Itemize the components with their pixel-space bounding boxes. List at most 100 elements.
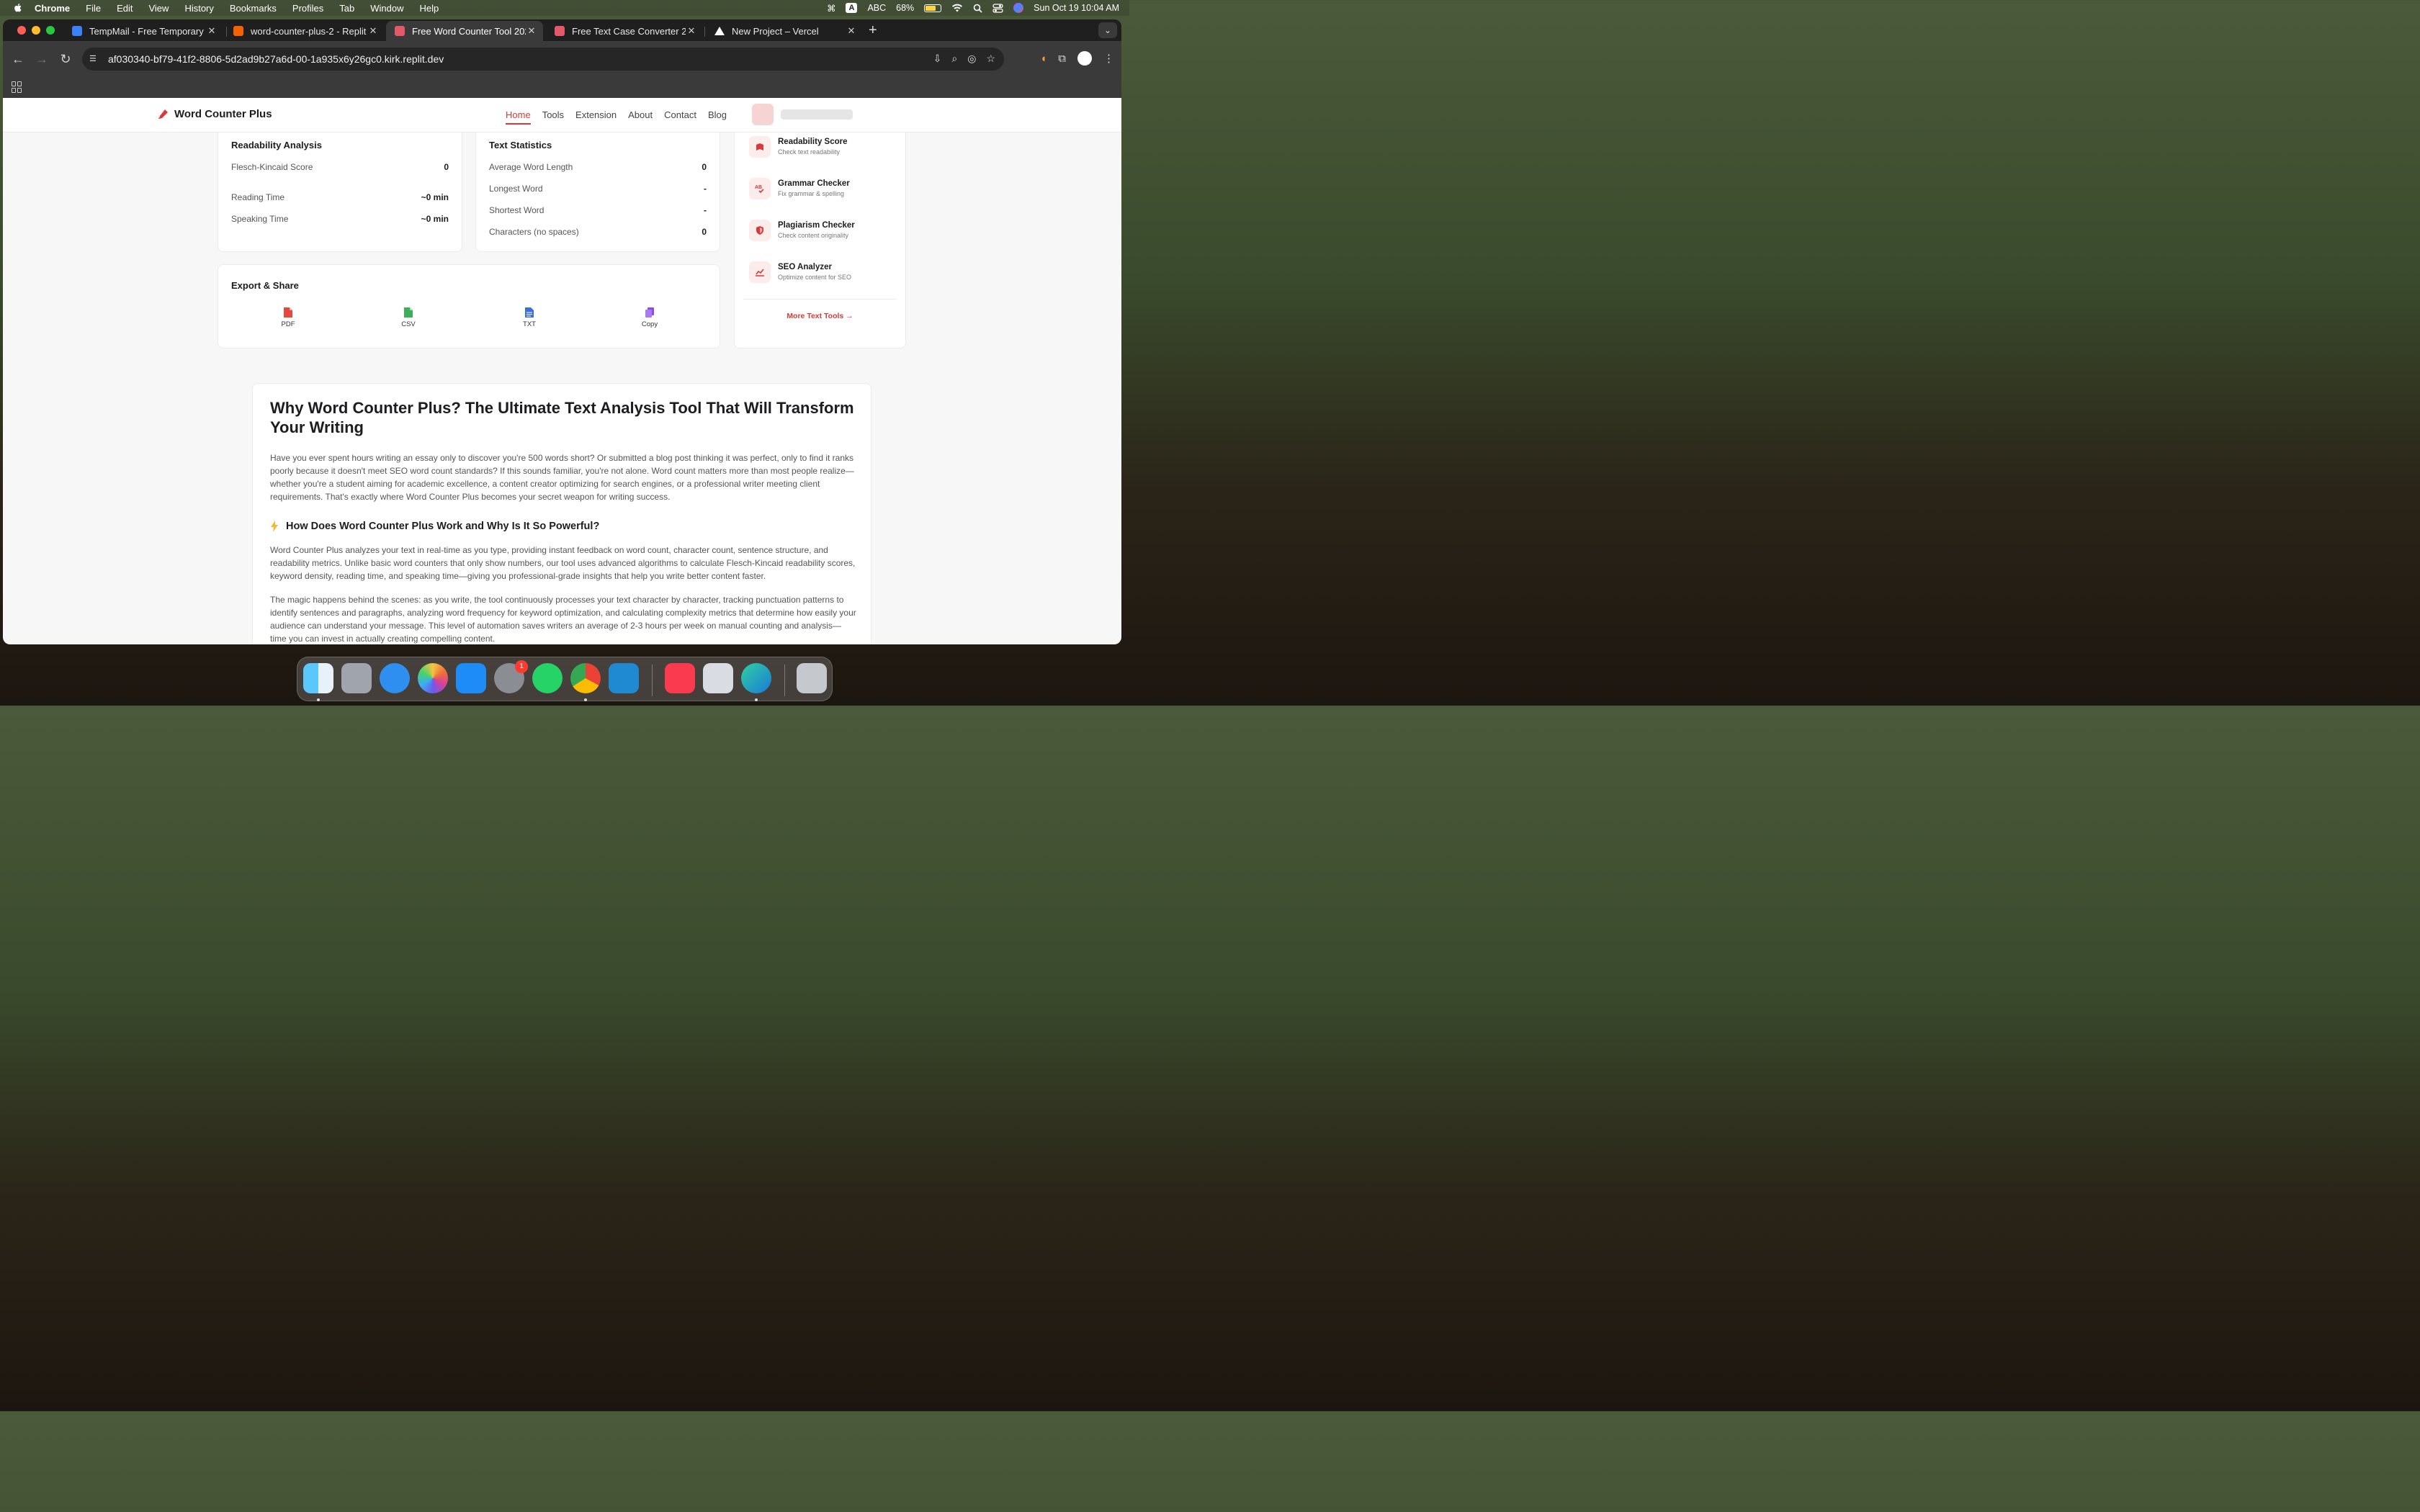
- stat-value: ~0 min: [421, 214, 449, 224]
- export-txt-button[interactable]: TXT: [508, 307, 551, 328]
- whatsapp-icon[interactable]: [532, 663, 563, 693]
- menu-bookmarks[interactable]: Bookmarks: [230, 3, 277, 14]
- tracking-protection-icon[interactable]: ◎: [967, 53, 976, 65]
- export-label: Copy: [641, 320, 658, 328]
- zoom-window-button[interactable]: [46, 26, 55, 35]
- nav-contact[interactable]: Contact: [664, 109, 696, 125]
- zoom-icon[interactable]: ⌕: [951, 53, 957, 65]
- menu-file[interactable]: File: [86, 3, 101, 14]
- launchpad-icon[interactable]: [341, 663, 372, 693]
- nav-home[interactable]: Home: [506, 109, 531, 125]
- wifi-icon[interactable]: [951, 4, 963, 12]
- export-csv-button[interactable]: CSV: [387, 307, 430, 328]
- nav-extension[interactable]: Extension: [575, 109, 617, 125]
- kebab-menu-icon[interactable]: ⋮: [1103, 52, 1114, 65]
- siri-icon[interactable]: [1013, 3, 1024, 13]
- search-icon[interactable]: [973, 4, 982, 13]
- menu-clock[interactable]: Sun Oct 19 10:04 AM: [1034, 3, 1119, 13]
- preview-icon[interactable]: [703, 663, 733, 693]
- tool-grammar-checker[interactable]: AB Grammar Checker Fix grammar & spelling: [749, 178, 850, 202]
- stat-row: Flesch-Kincaid Score 0: [231, 162, 449, 172]
- forward-button[interactable]: →: [34, 51, 50, 67]
- new-tab-button[interactable]: +: [869, 22, 877, 39]
- tool-plagiarism-checker[interactable]: Plagiarism Checker Check content original…: [749, 220, 855, 244]
- input-source-label[interactable]: ABC: [867, 3, 886, 13]
- nav-blog[interactable]: Blog: [708, 109, 727, 125]
- reload-button[interactable]: ↻: [58, 51, 73, 67]
- article-paragraph: Word Counter Plus analyzes your text in …: [270, 545, 856, 581]
- stat-row: Longest Word -: [489, 184, 707, 194]
- tool-name: Readability Score: [778, 138, 848, 146]
- tab-tempmail[interactable]: TempMail - Free Temporary E ✕: [63, 21, 223, 41]
- stat-row: Reading Time ~0 min: [231, 192, 449, 202]
- tab-search-button[interactable]: ⌄: [1098, 22, 1117, 38]
- battery-icon[interactable]: [924, 4, 942, 12]
- input-source-badge[interactable]: A: [846, 3, 858, 13]
- bookmarks-bar: [3, 77, 1121, 98]
- stat-value: -: [704, 205, 707, 215]
- app-store-icon[interactable]: [456, 663, 486, 693]
- url-text[interactable]: af030340-bf79-41f2-8806-5d2ad9b27a6d-00-…: [108, 53, 444, 65]
- export-label: PDF: [281, 320, 295, 328]
- file-pdf-icon: [284, 307, 292, 318]
- tool-seo-analyzer[interactable]: SEO Analyzer Optimize content for SEO: [749, 261, 851, 286]
- tab-replit[interactable]: word-counter-plus-2 - Replit ✕: [225, 21, 385, 41]
- site-logo[interactable]: Word Counter Plus: [157, 108, 272, 120]
- close-window-button[interactable]: [17, 26, 26, 35]
- back-button[interactable]: ←: [10, 51, 26, 67]
- tool-readability-score[interactable]: Readability Score Check text readability: [749, 136, 848, 161]
- stat-row: Shortest Word -: [489, 205, 707, 215]
- profile-avatar[interactable]: [1077, 51, 1092, 66]
- tab-vercel[interactable]: New Project – Vercel ✕: [706, 21, 863, 41]
- vercel-icon: [714, 27, 725, 35]
- apps-grid-icon[interactable]: [12, 81, 23, 93]
- export-pdf-button[interactable]: PDF: [266, 307, 310, 328]
- running-indicator: [755, 698, 758, 701]
- apple-icon[interactable]: [13, 3, 23, 13]
- close-icon[interactable]: ✕: [206, 25, 218, 37]
- copy-button[interactable]: Copy: [628, 307, 671, 328]
- close-icon[interactable]: ✕: [526, 25, 537, 37]
- menu-window[interactable]: Window: [370, 3, 403, 14]
- menu-profiles[interactable]: Profiles: [292, 3, 323, 14]
- menu-app-name[interactable]: Chrome: [35, 3, 70, 14]
- tab-word-counter[interactable]: Free Word Counter Tool 2025 ✕: [386, 21, 543, 41]
- dock-separator: [784, 665, 785, 696]
- finder-icon[interactable]: [303, 663, 333, 693]
- extension-icon[interactable]: ◖: [1040, 53, 1047, 65]
- nav-about[interactable]: About: [628, 109, 653, 125]
- close-icon[interactable]: ✕: [686, 25, 697, 37]
- nav-tools[interactable]: Tools: [542, 109, 564, 125]
- control-center-icon[interactable]: [992, 3, 1003, 13]
- menu-help[interactable]: Help: [420, 3, 439, 14]
- menu-tab[interactable]: Tab: [339, 3, 354, 14]
- menu-history[interactable]: History: [184, 3, 213, 14]
- menu-view[interactable]: View: [148, 3, 169, 14]
- site-header: Word Counter Plus Home Tools Extension A…: [3, 98, 1121, 132]
- minimize-window-button[interactable]: [32, 26, 40, 35]
- chrome-icon[interactable]: [570, 663, 601, 693]
- close-icon[interactable]: ✕: [367, 25, 379, 37]
- article-subheading: How Does Word Counter Plus Work and Why …: [270, 521, 599, 532]
- pen-icon: [555, 26, 565, 36]
- music-icon[interactable]: [665, 663, 695, 693]
- tab-case-converter[interactable]: Free Text Case Converter 202 ✕: [546, 21, 703, 41]
- bookmark-star-icon[interactable]: ☆: [986, 53, 995, 65]
- photos-icon[interactable]: [418, 663, 448, 693]
- vscode-icon[interactable]: [609, 663, 639, 693]
- stat-label: Flesch-Kincaid Score: [231, 162, 313, 172]
- more-text-tools-link[interactable]: More Text Tools →: [735, 312, 905, 320]
- accessibility-icon[interactable]: ⌘: [827, 3, 836, 14]
- menu-edit[interactable]: Edit: [117, 3, 133, 14]
- edge-icon[interactable]: [741, 663, 771, 693]
- stat-label: Reading Time: [231, 192, 285, 202]
- close-icon[interactable]: ✕: [846, 25, 857, 37]
- trash-icon[interactable]: [797, 663, 827, 693]
- install-app-icon[interactable]: ⇩: [933, 53, 942, 65]
- puzzle-icon[interactable]: ⧉: [1058, 53, 1066, 65]
- site-settings-icon[interactable]: ☰: [89, 54, 99, 64]
- address-bar[interactable]: ☰ af030340-bf79-41f2-8806-5d2ad9b27a6d-0…: [82, 48, 1004, 71]
- omnibox-actions: ⇩ ⌕ ◎ ☆: [933, 53, 995, 65]
- stat-value: 0: [444, 162, 449, 172]
- safari-icon[interactable]: [380, 663, 410, 693]
